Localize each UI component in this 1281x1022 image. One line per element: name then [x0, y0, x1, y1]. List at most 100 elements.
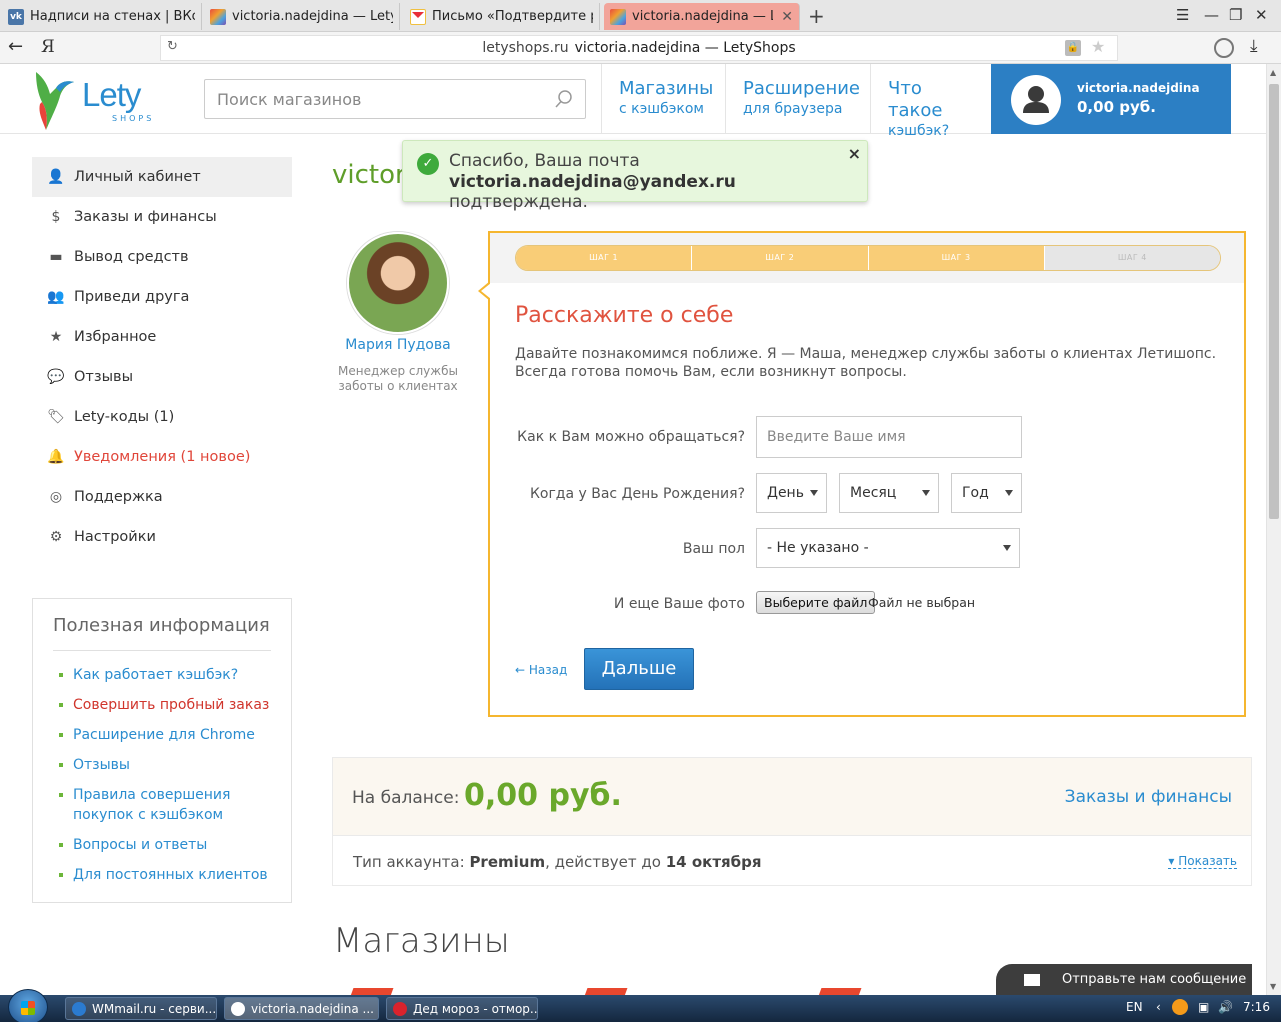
- new-tab-button[interactable]: +: [808, 4, 825, 28]
- lock-icon[interactable]: 🔒: [1065, 40, 1081, 56]
- useful-link-rules[interactable]: Правила совершения покупок с кэшбэком: [53, 785, 271, 825]
- birthday-day-select[interactable]: День: [756, 473, 827, 513]
- letyshops-logo[interactable]: Lety SHOPS: [30, 68, 160, 132]
- add-user-icon: 👥: [47, 289, 65, 305]
- bookmark-star-icon[interactable]: ★: [1091, 37, 1105, 56]
- wallet-icon: ▬: [49, 249, 63, 265]
- letyshops-icon: [210, 8, 226, 25]
- close-icon[interactable]: ×: [848, 144, 861, 163]
- close-tab-icon[interactable]: ✕: [781, 9, 793, 25]
- globe-icon[interactable]: [1214, 38, 1234, 58]
- email-confirmed-toast: ✓ Спасибо, Ваша почта victoria.nadejdina…: [402, 140, 868, 212]
- sidebar-item-withdraw[interactable]: ▬ Вывод средств: [32, 237, 292, 277]
- user-account-box[interactable]: victoria.nadejdina 0,00 руб.: [991, 64, 1231, 134]
- show-details-link[interactable]: ▾ Показать: [1168, 854, 1237, 869]
- menu-icon[interactable]: ☰: [1176, 6, 1189, 24]
- next-button[interactable]: Дальше: [584, 648, 694, 690]
- avatar: [1011, 75, 1061, 125]
- start-button[interactable]: [8, 989, 48, 1022]
- user-balance: 0,00 руб.: [1077, 98, 1156, 116]
- restore-icon[interactable]: ❐: [1229, 6, 1242, 24]
- sidebar-item-settings[interactable]: ⚙ Настройки: [32, 517, 292, 557]
- useful-link-how-cashback[interactable]: Как работает кэшбэк?: [53, 665, 271, 685]
- name-input[interactable]: Введите Ваше имя: [756, 416, 1022, 458]
- manager-name[interactable]: Мария Пудова: [332, 337, 464, 353]
- nav-shops-cashback[interactable]: Магазины с кэшбэком: [601, 64, 726, 134]
- sidebar-item-support[interactable]: ◎ Поддержка: [32, 477, 292, 517]
- sidebar-item-notifications[interactable]: 🔔 Уведомления (1 новое): [32, 437, 292, 477]
- back-arrow-icon[interactable]: ←: [8, 36, 23, 57]
- close-window-icon[interactable]: ✕: [1255, 6, 1268, 24]
- sidebar-item-invite[interactable]: 👥 Приведи друга: [32, 277, 292, 317]
- sidebar-item-reviews[interactable]: 💬 Отзывы: [32, 357, 292, 397]
- sidebar-item-dashboard[interactable]: 👤 Личный кабинет: [32, 157, 292, 197]
- balance-value: 0,00 руб.: [464, 778, 622, 813]
- wizard-step-1: ШАГ 1: [516, 246, 693, 270]
- useful-link-faq[interactable]: Вопросы и ответы: [53, 835, 271, 855]
- browser-tab-mail[interactable]: Письмо «Подтвердите реги: [404, 3, 600, 30]
- gender-label: Ваш пол: [682, 541, 745, 557]
- yandex-logo-button[interactable]: Я: [41, 37, 55, 57]
- account-sidebar: 👤 Личный кабинет $ Заказы и финансы ▬ Вы…: [32, 157, 292, 557]
- nav-what-is-cashback[interactable]: Что такое кэшбэк?: [870, 64, 991, 139]
- birthday-month-select[interactable]: Месяц: [839, 473, 939, 513]
- search-input[interactable]: [205, 80, 535, 118]
- dollar-icon: $: [51, 209, 61, 225]
- onboarding-wizard: ШАГ 1 ШАГ 2 ШАГ 3 ШАГ 4 Расскажите о себ…: [478, 231, 1246, 717]
- bell-icon: 🔔: [47, 449, 65, 465]
- page-scrollbar[interactable]: ▲ ▼: [1266, 64, 1281, 996]
- chevron-down-icon: [1005, 490, 1013, 496]
- tray-app-icon[interactable]: [1172, 999, 1188, 1015]
- browser-tab-vk[interactable]: vk Надписи на стенах | ВКонта: [2, 3, 202, 30]
- manager-role: Менеджер службы заботы о клиентах: [338, 364, 458, 393]
- user-name: victoria.nadejdina: [1077, 81, 1200, 95]
- comments-icon: 💬: [47, 369, 65, 385]
- scroll-up-icon[interactable]: ▲: [1270, 68, 1276, 77]
- url-field[interactable]: ↻ letyshops.ru victoria.nadejdina — LetyS…: [160, 35, 1118, 61]
- letyshops-icon: [610, 8, 626, 25]
- send-message-widget[interactable]: Отправьте нам сообщение: [996, 964, 1252, 996]
- useful-info-panel: Полезная информация Как работает кэшбэк?…: [32, 598, 292, 903]
- useful-link-reviews[interactable]: Отзывы: [53, 755, 271, 775]
- search-icon[interactable]: [555, 90, 573, 108]
- tray-expand-icon[interactable]: ‹: [1156, 1000, 1161, 1014]
- network-icon[interactable]: ▣: [1198, 1000, 1209, 1014]
- language-indicator[interactable]: EN: [1126, 1000, 1143, 1014]
- useful-link-loyal-clients[interactable]: Для постоянных клиентов: [53, 865, 271, 885]
- useful-link-chrome-extension[interactable]: Расширение для Chrome: [53, 725, 271, 745]
- minimize-icon[interactable]: —: [1204, 6, 1219, 24]
- manager-photo: [347, 232, 449, 334]
- taskbar-item-yandex-browser[interactable]: victoria.nadejdina ...: [224, 997, 379, 1020]
- clock[interactable]: 7:16: [1243, 1000, 1270, 1014]
- nav-browser-extension[interactable]: Расширение для браузера: [725, 64, 871, 134]
- scrollbar-thumb[interactable]: [1269, 84, 1279, 519]
- sidebar-item-lety-codes[interactable]: 🏷 Lety-коды (1): [32, 397, 292, 437]
- birthday-year-select[interactable]: Год: [951, 473, 1022, 513]
- useful-link-test-order[interactable]: Совершить пробный заказ: [53, 695, 271, 715]
- choose-file-button[interactable]: Выберите файл: [756, 591, 876, 614]
- wizard-step-2: ШАГ 2: [692, 246, 869, 270]
- sidebar-item-favorites[interactable]: ★ Избранное: [32, 317, 292, 357]
- browser-tab-active[interactable]: victoria.nadejdina — Lety ✕: [604, 3, 800, 30]
- scroll-down-icon[interactable]: ▼: [1270, 982, 1276, 991]
- envelope-icon: [1024, 974, 1040, 986]
- sidebar-item-orders[interactable]: $ Заказы и финансы: [32, 197, 292, 237]
- orders-finance-link[interactable]: Заказы и финансы: [1065, 787, 1232, 807]
- taskbar-item-opera[interactable]: Дед мороз - отмор...: [386, 997, 538, 1020]
- wizard-steps-bar: ШАГ 1 ШАГ 2 ШАГ 3 ШАГ 4: [490, 233, 1244, 283]
- chevron-down-icon: [810, 490, 818, 496]
- browser-tab-letyshops[interactable]: victoria.nadejdina — LetySho: [204, 3, 400, 30]
- file-status: Файл не выбран: [868, 595, 976, 610]
- back-link[interactable]: ← Назад: [515, 663, 567, 677]
- volume-icon[interactable]: 🔊: [1218, 1000, 1233, 1014]
- wizard-intro: Давайте познакомимся поближе. Я — Маша, …: [515, 346, 1217, 380]
- star-icon: ★: [49, 329, 63, 345]
- download-icon[interactable]: ⤓: [1250, 36, 1258, 56]
- taskbar-item-wmmail[interactable]: WMmail.ru - серви...: [65, 997, 217, 1020]
- gender-select[interactable]: - Не указано -: [756, 528, 1020, 568]
- useful-links-list: Как работает кэшбэк? Совершить пробный з…: [53, 665, 271, 885]
- browser-tab-bar: vk Надписи на стенах | ВКонта victoria.n…: [0, 0, 1281, 32]
- wizard-step-4: ШАГ 4: [1044, 246, 1220, 270]
- address-bar: ← Я ↻ letyshops.ru victoria.nadejdina — L…: [0, 32, 1281, 64]
- hummingbird-icon: [36, 72, 74, 130]
